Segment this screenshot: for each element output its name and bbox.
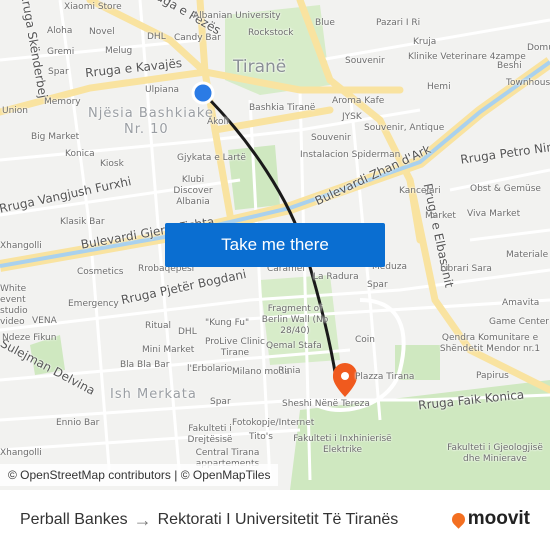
origin-stop: Perball Bankes: [20, 511, 128, 528]
take-me-there-button[interactable]: Take me there: [165, 223, 385, 267]
poi-label: VENA: [32, 316, 57, 326]
poi-label: Game Center: [489, 317, 549, 327]
poi-label: Spar: [210, 397, 231, 407]
poi-label: Viva Market: [467, 209, 521, 219]
poi-label: Materiale N: [506, 250, 550, 260]
poi-label: Fakulteti i Inxhinierisë Elektrike: [293, 434, 392, 455]
poi-label: Fakulteti i Gjeologjisë dhe Minierave: [447, 443, 543, 464]
poi-label: Pazari I Ri: [376, 18, 421, 28]
poi-label: Coin: [355, 335, 375, 345]
moovit-pin-icon: [449, 509, 468, 529]
poi-label: La Radura: [313, 272, 359, 282]
poi-label: Domus: [527, 43, 550, 53]
poi-label: Spar: [367, 280, 388, 290]
poi-label: Blue: [315, 18, 335, 28]
city-label: Tiranë: [233, 57, 287, 77]
poi-label: Kiosk: [100, 159, 124, 169]
area-label: Nr. 10: [124, 122, 169, 137]
poi-label: Akoli: [207, 117, 229, 127]
poi-label: Gremi: [47, 47, 75, 57]
poi-label: Hemi: [427, 82, 451, 92]
poi-label: Spar: [48, 67, 69, 77]
poi-label: Xhangolli: [0, 448, 42, 458]
poi-label: JYSK: [342, 112, 362, 122]
poi-label: Sheshi Nënë Tereza: [282, 399, 370, 409]
poi-label: Souvenir, Antique: [364, 123, 445, 133]
poi-label: DHL: [178, 327, 197, 337]
poi-label: Big Market: [31, 132, 80, 142]
poi-label: Instalacion Spiderman: [300, 150, 401, 160]
poi-label: Beshi: [497, 61, 522, 71]
poi-label: Souvenir: [345, 56, 385, 66]
poi-label: DHL: [147, 32, 166, 42]
brand-name: moovit: [467, 508, 530, 529]
poi-label: Gjykata e Lartë: [177, 153, 246, 163]
poi-label: Obst & Gemüse: [470, 184, 541, 194]
map-attribution[interactable]: © OpenStreetMap contributors | © OpenMap…: [0, 464, 279, 486]
poi-label: Ndeze Fikun: [2, 333, 57, 343]
poi-label: Tito's: [249, 432, 273, 442]
poi-label: Memory: [44, 97, 81, 107]
poi-label: Librari Sara: [440, 264, 492, 274]
poi-label: Union: [2, 106, 29, 116]
poi-label: Fotokopje/Internet: [232, 418, 315, 428]
poi-label: Bla Bla Bar: [120, 360, 170, 370]
poi-label: Plazza Tirana: [355, 372, 415, 382]
poi-label: Ritual: [145, 321, 172, 331]
area-label: Ish Merkata: [110, 387, 197, 402]
poi-label: Rinia: [278, 366, 301, 376]
poi-label: Kruja: [413, 37, 437, 47]
poi-label: Bashkia Tiranë: [249, 103, 316, 113]
origin-marker[interactable]: [191, 81, 215, 105]
poi-label: l'Erbolario: [187, 364, 233, 374]
poi-label: Townhouse: [506, 78, 550, 88]
poi-label: Xiaomi Store: [64, 2, 122, 12]
poi-label: Papirus: [476, 371, 509, 381]
poi-label: Qendra Komunitare e Shëndetit Mendor nr.…: [439, 333, 541, 354]
poi-label: Albanian University: [193, 11, 281, 21]
map[interactable]: Tiranë Njësia Bashkiake Nr. 10 Ish Merka…: [0, 0, 550, 490]
poi-label: Emergency: [68, 299, 119, 309]
poi-label: Melug: [105, 46, 133, 56]
poi-label: Amavita: [502, 298, 540, 308]
destination-marker[interactable]: [332, 363, 358, 397]
moovit-logo: moovit: [449, 508, 530, 530]
poi-label: Fakulteti i Drejtësisë: [187, 424, 233, 445]
poi-label: Market: [425, 211, 456, 221]
poi-label: Aroma Kafe: [332, 96, 385, 106]
poi-label: Ulpiana: [145, 85, 180, 95]
poi-label: Fragment of Berlin Wall (No 28/40): [261, 304, 329, 336]
poi-label: Ennio Bar: [56, 418, 100, 428]
poi-label: Aloha: [47, 26, 73, 36]
poi-label: Kancelari: [399, 186, 441, 196]
poi-label: Xhangolli: [0, 241, 42, 251]
poi-label: Qemal Stafa: [266, 341, 322, 351]
poi-label: Mini Market: [142, 345, 195, 355]
poi-label: Candy Bar: [174, 33, 221, 43]
poi-label: Rockstock: [248, 28, 294, 38]
poi-label: Konica: [65, 149, 95, 159]
poi-label: Klasik Bar: [60, 217, 105, 227]
poi-label: Cosmetics: [77, 267, 124, 277]
poi-label: Novel: [89, 27, 115, 37]
destination-stop: Rektorati I Universitetit Të Tiranës: [157, 511, 399, 528]
poi-label: ProLive Clinic Tirane: [205, 337, 265, 358]
poi-label: "Kung Fu": [205, 318, 250, 328]
arrow-right-icon: →: [133, 509, 152, 530]
poi-label: Souvenir: [311, 133, 351, 143]
poi-label: Klubi Discover Albania: [173, 175, 213, 207]
area-label: Njësia Bashkiake: [88, 106, 214, 121]
